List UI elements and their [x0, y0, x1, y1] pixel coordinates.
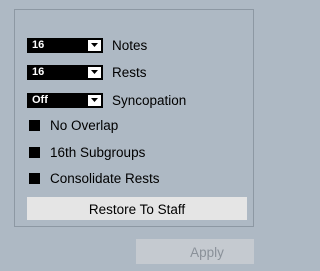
no-overlap-label: No Overlap [50, 117, 119, 133]
syncopation-label: Syncopation [112, 92, 187, 108]
notes-select[interactable]: 16 [27, 37, 103, 53]
notes-label: Notes [112, 37, 148, 53]
rests-row: 16 Rests [27, 64, 147, 80]
syncopation-row: Off Syncopation [27, 92, 186, 108]
apply-button[interactable]: Apply [136, 239, 254, 264]
subgroups-checkbox[interactable] [29, 146, 40, 158]
subgroups-option[interactable]: 16th Subgroups [29, 144, 145, 160]
restore-to-staff-button[interactable]: Restore To Staff [27, 197, 247, 220]
chevron-down-icon[interactable] [88, 66, 101, 78]
rests-select[interactable]: 16 [27, 64, 103, 80]
consolidate-rests-label: Consolidate Rests [50, 170, 160, 186]
no-overlap-checkbox[interactable] [29, 119, 40, 131]
syncopation-select[interactable]: Off [27, 92, 103, 108]
display-quantize-panel: 16 Notes 16 Rests Off Syncopation No Ove… [0, 0, 263, 271]
rests-label: Rests [112, 64, 147, 80]
consolidate-rests-option[interactable]: Consolidate Rests [29, 170, 160, 186]
chevron-down-icon[interactable] [88, 94, 101, 106]
subgroups-label: 16th Subgroups [50, 144, 146, 160]
chevron-down-icon[interactable] [88, 39, 101, 51]
notes-row: 16 Notes [27, 37, 147, 53]
no-overlap-option[interactable]: No Overlap [29, 117, 118, 133]
consolidate-rests-checkbox[interactable] [29, 172, 40, 184]
